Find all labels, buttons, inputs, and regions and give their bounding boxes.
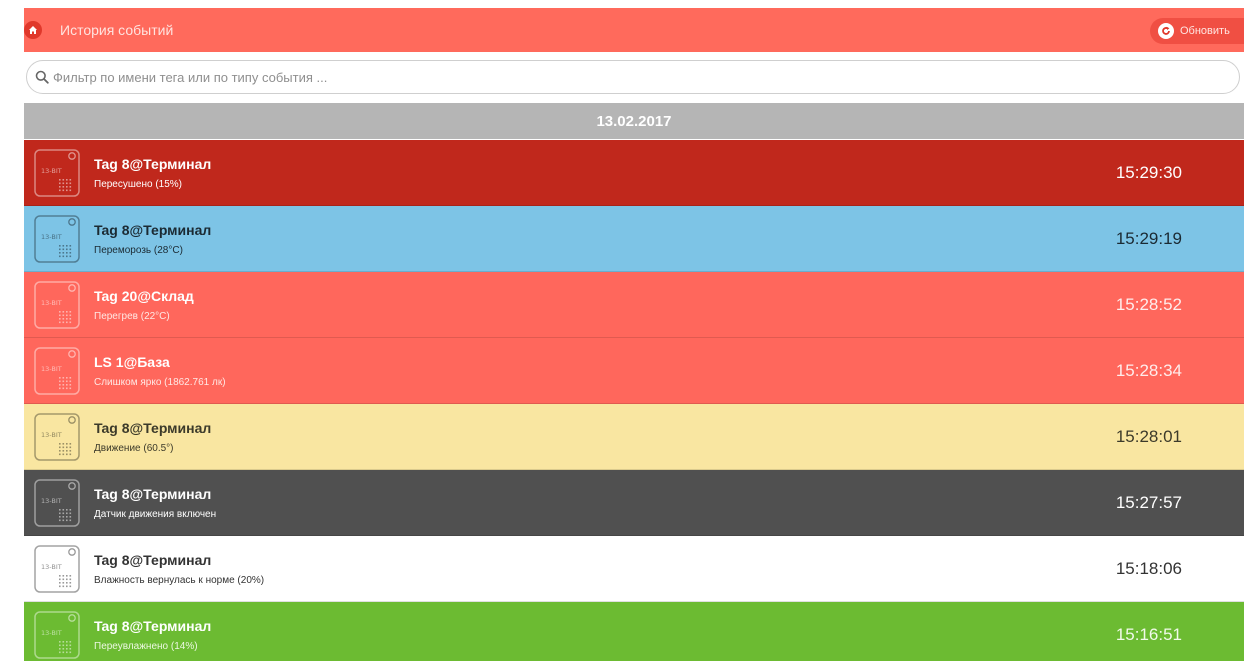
event-tag-name: Tag 20@Склад: [94, 288, 194, 304]
event-tag-name: Tag 8@Терминал: [94, 156, 212, 172]
event-description: Влажность вернулась к норме (20%): [94, 575, 265, 586]
event-description: Переувлажнено (14%): [94, 641, 198, 652]
event-description: Переморозь (28°C): [94, 245, 183, 256]
event-row[interactable]: 13-BIT Tag 8@Терминал Переувлажнено (14%) 1…: [24, 602, 1244, 661]
event-row[interactable]: 13-BIT Tag 8@Терминал Влажность вернулась …: [24, 536, 1244, 602]
event-description: Перегрев (22°C): [94, 311, 170, 322]
svg-text:13-BIT: 13-BIT: [41, 167, 62, 175]
event-row[interactable]: 13-BIT Tag 8@Терминал Движение (60.5°) 15:2…: [24, 404, 1244, 470]
home-button[interactable]: [24, 21, 42, 39]
svg-text:13-BIT: 13-BIT: [41, 497, 62, 505]
event-time: 15:29:30: [1115, 163, 1182, 182]
event-row[interactable]: 13-BIT LS 1@База Слишком ярко (1862.761 лк…: [24, 338, 1244, 404]
tag-device-icon: 13-BIT: [34, 611, 80, 659]
tag-device-icon: 13-BIT: [34, 149, 80, 197]
event-description: Пересушено (15%): [94, 179, 182, 190]
event-time: 15:18:06: [1115, 559, 1182, 578]
event-time: 15:28:52: [1115, 295, 1182, 314]
event-row[interactable]: 13-BIT Tag 8@Терминал Пересушено (15%) 15:2…: [24, 140, 1244, 206]
refresh-button[interactable]: Обновить: [1150, 18, 1244, 44]
event-description: Слишком ярко (1862.761 лк): [94, 377, 226, 388]
refresh-icon: [1158, 23, 1174, 39]
event-description: Датчик движения включен: [94, 509, 217, 520]
event-row[interactable]: 13-BIT Tag 20@Склад Перегрев (22°C) 15:28:5…: [24, 272, 1244, 338]
tag-device-icon: 13-BIT: [34, 545, 80, 593]
search-bar: [26, 60, 1240, 94]
svg-text:13-BIT: 13-BIT: [41, 563, 62, 571]
event-time: 15:29:19: [1115, 229, 1182, 248]
event-tag-name: Tag 8@Терминал: [94, 486, 212, 502]
tag-device-icon: 13-BIT: [34, 413, 80, 461]
event-time: 15:27:57: [1115, 493, 1182, 512]
event-tag-name: Tag 8@Терминал: [94, 420, 212, 436]
tag-device-icon: 13-BIT: [34, 347, 80, 395]
event-time: 15:28:01: [1115, 427, 1182, 446]
tag-device-icon: 13-BIT: [34, 479, 80, 527]
svg-text:13-BIT: 13-BIT: [41, 299, 62, 307]
top-bar: История событий Обновить: [24, 8, 1244, 52]
svg-text:13-BIT: 13-BIT: [41, 431, 62, 439]
page-title: История событий: [60, 22, 174, 38]
event-row[interactable]: 13-BIT Tag 8@Терминал Датчик движения вклю…: [24, 470, 1244, 536]
svg-text:13-BIT: 13-BIT: [41, 629, 62, 637]
event-list: 13-BIT Tag 8@Терминал Пересушено (15%) 15:2…: [24, 140, 1244, 661]
event-time: 15:28:34: [1115, 361, 1182, 380]
event-row[interactable]: 13-BIT Tag 8@Терминал Переморозь (28°C) 15:…: [24, 206, 1244, 272]
event-description: Движение (60.5°): [94, 443, 174, 454]
date-header: 13.02.2017: [24, 103, 1244, 139]
svg-text:13-BIT: 13-BIT: [41, 365, 62, 373]
home-icon: [28, 25, 38, 35]
event-tag-name: Tag 8@Терминал: [94, 552, 212, 568]
refresh-label: Обновить: [1180, 25, 1230, 37]
tag-device-icon: 13-BIT: [34, 215, 80, 263]
event-time: 15:16:51: [1115, 625, 1182, 644]
svg-text:13-BIT: 13-BIT: [41, 233, 62, 241]
event-tag-name: Tag 8@Терминал: [94, 222, 212, 238]
event-tag-name: Tag 8@Терминал: [94, 618, 212, 634]
event-tag-name: LS 1@База: [94, 354, 170, 370]
event-history-app: История событий Обновить 13.02.2017 13-B…: [24, 8, 1244, 661]
tag-device-icon: 13-BIT: [34, 281, 80, 329]
search-input[interactable]: [53, 67, 1223, 87]
search-icon: [35, 70, 49, 89]
